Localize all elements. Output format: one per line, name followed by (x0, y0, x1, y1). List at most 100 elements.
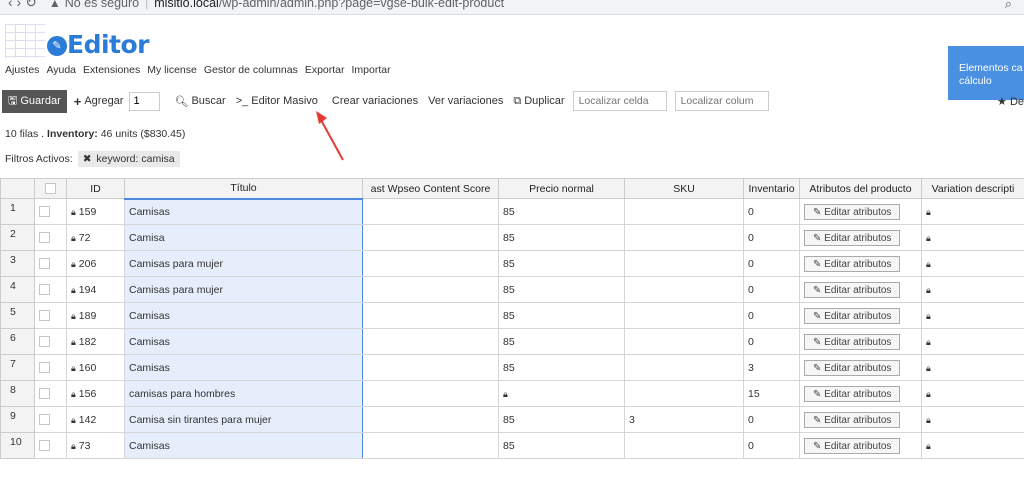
variation-desc-cell[interactable]: 🔒︎ (921, 276, 1024, 303)
edit-attributes-button[interactable]: ✎ Editar atributos (804, 333, 901, 350)
sku-cell[interactable] (624, 250, 744, 277)
inventory-cell[interactable]: 0 (743, 276, 800, 303)
seo-score-cell[interactable] (362, 276, 499, 303)
row-checkbox[interactable] (39, 414, 50, 426)
price-cell[interactable]: 85 (498, 276, 625, 303)
menu-item-ajustes[interactable]: Ajustes (5, 64, 39, 76)
column-header-price[interactable]: Precio normal (498, 178, 625, 199)
column-header-variation-desc[interactable]: Variation descripti (921, 178, 1024, 199)
sku-cell[interactable] (624, 276, 744, 303)
title-cell[interactable]: Camisas (124, 432, 363, 459)
sku-cell[interactable] (624, 302, 744, 329)
row-checkbox[interactable] (39, 206, 50, 218)
table-row[interactable]: 8 🔒︎ 156 camisas para hombres 🔒︎ 15 ✎ Editar a… (0, 380, 1024, 407)
edit-attributes-button[interactable]: ✎ Editar atributos (804, 281, 901, 298)
title-cell[interactable]: Camisas (124, 302, 363, 329)
variation-desc-cell[interactable]: 🔒︎ (921, 302, 1024, 329)
row-checkbox[interactable] (39, 336, 50, 348)
price-cell[interactable]: 85 (498, 250, 625, 277)
price-cell[interactable]: 85 (498, 328, 625, 355)
table-row[interactable]: 9 🔒︎ 142 Camisa sin tirantes para mujer 85 3 0… (0, 406, 1024, 433)
variation-desc-cell[interactable]: 🔒︎ (921, 354, 1024, 381)
table-row[interactable]: 10 🔒︎ 73 Camisas 85 0 ✎ Editar atributos 🔒︎ (0, 432, 1024, 459)
zoom-icon[interactable]: ⌕ (1005, 0, 1012, 12)
toolbar-cut-item[interactable]: ★ De (997, 95, 1024, 108)
title-cell[interactable]: Camisa sin tirantes para mujer (124, 406, 363, 433)
edit-attributes-button[interactable]: ✎ Editar atributos (804, 203, 901, 220)
menu-item-exportar[interactable]: Exportar (305, 64, 345, 76)
variation-desc-cell[interactable]: 🔒︎ (921, 380, 1024, 407)
browser-url-bar[interactable]: ‹ › ↻ ▲ No es seguro | misitio.local /wp… (0, 0, 1024, 15)
variation-desc-cell[interactable]: 🔒︎ (921, 328, 1024, 355)
locate-column-input[interactable] (674, 91, 769, 111)
column-header-attributes[interactable]: Atributos del producto (799, 178, 922, 199)
inventory-cell[interactable]: 3 (743, 354, 800, 381)
filter-chip[interactable]: ✖ keyword: camisa (77, 151, 180, 167)
table-row[interactable]: 7 🔒︎ 160 Camisas 85 3 ✎ Editar atributos 🔒︎ (0, 354, 1024, 381)
seo-score-cell[interactable] (362, 406, 499, 433)
edit-attributes-button[interactable]: ✎ Editar atributos (804, 229, 901, 246)
title-cell[interactable]: Camisas para mujer (124, 276, 363, 303)
inventory-cell[interactable]: 0 (743, 432, 800, 459)
row-checkbox[interactable] (39, 440, 50, 452)
sku-cell[interactable] (624, 224, 744, 251)
price-cell[interactable]: 85 (498, 354, 625, 381)
price-cell[interactable]: 85 (498, 198, 625, 225)
row-select-cell[interactable] (34, 250, 67, 277)
inventory-cell[interactable]: 0 (743, 406, 800, 433)
column-header-seo-score[interactable]: ast Wpseo Content Score (362, 178, 499, 199)
table-row[interactable]: 3 🔒︎ 206 Camisas para mujer 85 0 ✎ Editar atri… (0, 250, 1024, 277)
seo-score-cell[interactable] (362, 224, 499, 251)
row-select-cell[interactable] (34, 224, 67, 251)
title-cell[interactable]: Camisas (124, 354, 363, 381)
search-button[interactable]: 🔍︎ Buscar (174, 95, 225, 108)
view-variations-button[interactable]: Ver variaciones (428, 95, 503, 107)
menu-item-ayuda[interactable]: Ayuda (46, 64, 76, 76)
title-cell[interactable]: Camisa (124, 224, 363, 251)
sku-cell[interactable] (624, 432, 744, 459)
inventory-cell[interactable]: 15 (743, 380, 800, 407)
edit-attributes-button[interactable]: ✎ Editar atributos (804, 411, 901, 428)
row-select-cell[interactable] (34, 276, 67, 303)
table-row[interactable]: 1 🔒︎ 159 Camisas 85 0 ✎ Editar atributos 🔒︎ (0, 197, 1024, 225)
variation-desc-cell[interactable]: 🔒︎ (921, 406, 1024, 433)
variation-desc-cell[interactable]: 🔒︎ (921, 198, 1024, 225)
seo-score-cell[interactable] (362, 328, 499, 355)
table-row[interactable]: 2 🔒︎ 72 Camisa 85 0 ✎ Editar atributos 🔒︎ (0, 224, 1024, 251)
row-checkbox[interactable] (39, 258, 50, 270)
select-all-checkbox[interactable] (45, 183, 56, 195)
title-cell[interactable]: camisas para hombres (124, 380, 363, 407)
sku-cell[interactable]: 3 (624, 406, 744, 433)
add-button[interactable]: + Agregar (74, 94, 124, 109)
row-select-cell[interactable] (34, 406, 67, 433)
row-checkbox[interactable] (39, 232, 50, 244)
menu-item-extensiones[interactable]: Extensiones (83, 64, 140, 76)
edit-attributes-button[interactable]: ✎ Editar atributos (804, 385, 901, 402)
row-checkbox[interactable] (39, 362, 50, 374)
row-select-cell[interactable] (34, 198, 67, 225)
seo-score-cell[interactable] (362, 198, 499, 225)
select-all-header[interactable] (34, 178, 67, 199)
price-cell[interactable]: 85 (498, 406, 625, 433)
menu-item-importar[interactable]: Importar (352, 64, 391, 76)
row-select-cell[interactable] (34, 328, 67, 355)
title-cell[interactable]: Camisas (124, 328, 363, 355)
column-header-id[interactable]: ID (66, 178, 125, 199)
seo-score-cell[interactable] (362, 302, 499, 329)
row-select-cell[interactable] (34, 380, 67, 407)
bulk-edit-button[interactable]: >_ Editor Masivo (236, 95, 318, 107)
seo-score-cell[interactable] (362, 250, 499, 277)
edit-attributes-button[interactable]: ✎ Editar atributos (804, 437, 901, 454)
sku-cell[interactable] (624, 198, 744, 225)
price-cell[interactable]: 85 (498, 302, 625, 329)
inventory-cell[interactable]: 0 (743, 198, 800, 225)
locate-cell-input[interactable] (572, 91, 667, 111)
menu-item-my-license[interactable]: My license (147, 64, 197, 76)
title-cell[interactable]: Camisas (124, 197, 363, 225)
column-header-inventory[interactable]: Inventario (743, 178, 800, 199)
table-row[interactable]: 6 🔒︎ 182 Camisas 85 0 ✎ Editar atributos 🔒︎ (0, 328, 1024, 355)
variation-desc-cell[interactable]: 🔒︎ (921, 432, 1024, 459)
variation-desc-cell[interactable]: 🔒︎ (921, 250, 1024, 277)
inventory-cell[interactable]: 0 (743, 250, 800, 277)
row-select-cell[interactable] (34, 432, 67, 459)
